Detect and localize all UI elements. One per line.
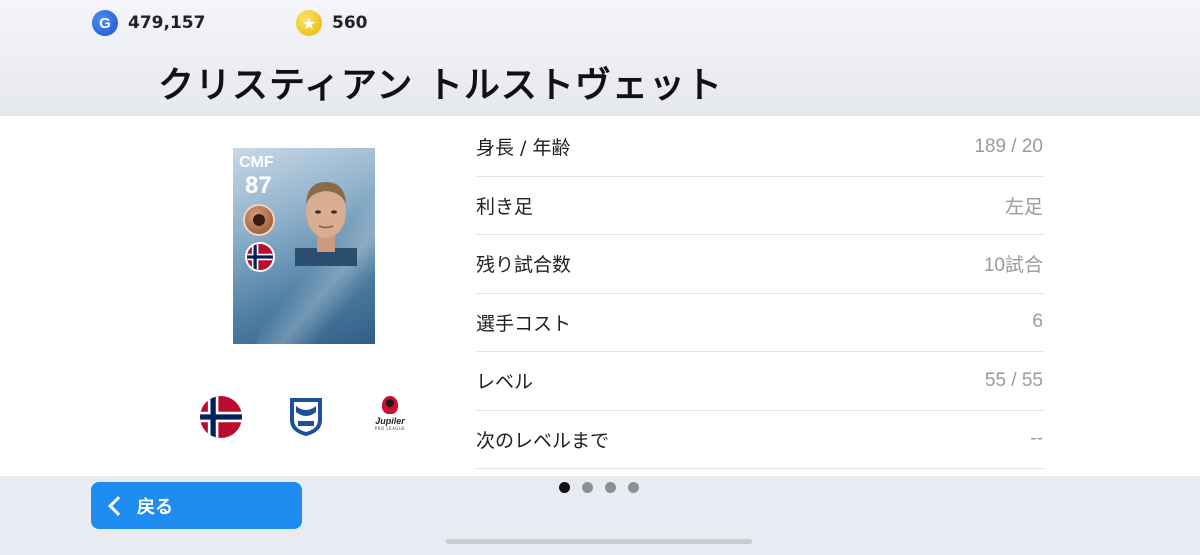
star-coin-icon: ★ [296, 10, 322, 36]
stat-row-player-cost: 選手コスト 6 [476, 294, 1044, 352]
page-dot-4[interactable] [628, 482, 639, 493]
stat-label: レベル [476, 371, 534, 394]
stat-label: 次のレベルまで [476, 429, 610, 452]
player-name: クリスティアン トルストヴェット [158, 65, 723, 106]
stat-value: 6 [1032, 311, 1043, 333]
stat-row-foot: 利き足 左足 [476, 177, 1044, 235]
stat-label: 利き足 [476, 195, 534, 218]
card-rating: 87 [245, 172, 272, 199]
player-portrait [295, 182, 357, 266]
gp-amount: 479,157 [128, 13, 206, 33]
stat-label: 身長 / 年齢 [476, 137, 571, 160]
nationality-flag-icon[interactable] [200, 396, 242, 438]
stat-label: 残り試合数 [476, 254, 572, 277]
player-card[interactable]: CMF 87 [233, 148, 375, 344]
top-header: G 479,157 ★ 560 クリスティアン トルストヴェット [0, 0, 1200, 116]
stat-label: 選手コスト [476, 312, 572, 335]
stat-row-next-level: 次のレベルまで -- [476, 411, 1044, 469]
stat-row-remaining-matches: 残り試合数 10試合 [476, 235, 1044, 294]
player-stats-list: 身長 / 年齢 189 / 20 利き足 左足 残り試合数 10試合 選手コスト… [476, 118, 1044, 469]
stat-value: 189 / 20 [974, 135, 1043, 157]
g-coin-icon: G [92, 10, 118, 36]
norway-flag-icon [245, 242, 275, 272]
league-name: Jupiler [375, 416, 405, 426]
card-position: CMF [239, 154, 274, 171]
stat-row-level: レベル 55 / 55 [476, 352, 1044, 411]
back-button-label: 戻る [137, 496, 173, 518]
coin-balance: ★ 560 [296, 10, 368, 36]
back-button[interactable]: 戻る [91, 482, 302, 529]
stat-value: 10試合 [983, 255, 1043, 277]
club-crest-icon[interactable] [286, 394, 326, 438]
home-indicator[interactable] [446, 539, 752, 544]
page-dot-1[interactable] [559, 482, 570, 493]
page-indicator [559, 482, 639, 493]
stat-row-height-age: 身長 / 年齢 189 / 20 [476, 118, 1044, 177]
medal-icon [243, 204, 275, 236]
chevron-left-icon [108, 495, 128, 516]
stat-value: 左足 [1004, 196, 1043, 218]
stat-value: -- [1030, 428, 1043, 450]
page-dot-2[interactable] [582, 482, 593, 493]
page-dot-3[interactable] [605, 482, 616, 493]
gp-balance: G 479,157 [92, 10, 205, 36]
league-emblem-icon [382, 396, 398, 414]
coin-amount: 560 [332, 13, 368, 33]
league-logo[interactable]: Jupiler PRO LEAGUE [368, 396, 412, 436]
stat-value: 55 / 55 [984, 369, 1043, 391]
league-subtitle: PRO LEAGUE [374, 426, 406, 431]
